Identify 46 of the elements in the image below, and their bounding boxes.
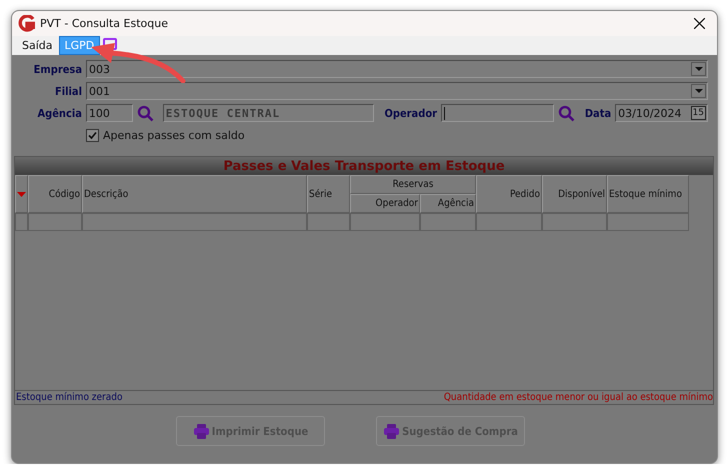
- table-cell: [350, 213, 420, 231]
- caret-icon: [694, 89, 702, 93]
- table-cell: [542, 213, 607, 231]
- field-label: Operador: [384, 106, 438, 120]
- close-icon: [694, 18, 705, 29]
- dropdown-button[interactable]: [691, 84, 706, 98]
- column-header[interactable]: Estoque mínimo: [607, 175, 689, 213]
- logo-icon: [18, 15, 35, 32]
- checkbox-label: Apenas passes com saldo: [103, 128, 245, 142]
- legend-text: Estoque mínimo zerado: [16, 392, 122, 403]
- date-field[interactable]: 03/10/2024 15: [615, 104, 708, 122]
- input-field[interactable]: 100: [86, 104, 133, 122]
- field-label: Filial: [54, 84, 82, 98]
- search-icon[interactable]: [558, 104, 575, 122]
- menu-item[interactable]: LGPD: [58, 36, 100, 55]
- caret-icon: [694, 67, 702, 71]
- filial-dropdown[interactable]: 001: [86, 82, 708, 100]
- legend-text: Quantidade em estoque menor ou igual ao estoque mínimo: [444, 392, 713, 403]
- search-icon[interactable]: [136, 104, 154, 122]
- column-header[interactable]: Pedido: [476, 175, 542, 213]
- menu-item[interactable]: Saída: [16, 36, 59, 55]
- agency-name-field: ESTOQUE CENTRAL: [162, 104, 374, 122]
- checkbox[interactable]: [86, 128, 99, 142]
- printer-icon: [383, 422, 400, 440]
- table-cell: [420, 213, 476, 231]
- column-header[interactable]: Descrição: [82, 175, 307, 213]
- column-header[interactable]: Agência: [420, 194, 476, 213]
- column-header[interactable]: Disponível: [542, 175, 607, 213]
- input-field[interactable]: [441, 104, 554, 122]
- grid-title: Passes e Vales Transporte em Estoque: [15, 157, 713, 175]
- table-cell: [307, 213, 350, 231]
- dropdown-button[interactable]: [691, 62, 706, 76]
- column-header[interactable]: Operador: [350, 194, 420, 213]
- field-label: Empresa: [32, 62, 82, 76]
- column-header[interactable]: Código: [28, 175, 82, 213]
- field-label: Data: [584, 106, 612, 120]
- column-header[interactable]: Série: [307, 175, 350, 213]
- window-title: PVT - Consulta Estoque: [40, 17, 169, 30]
- calendar-button[interactable]: 15: [690, 106, 706, 120]
- table-cell: [28, 213, 82, 231]
- sort-indicator-icon: [15, 175, 28, 213]
- table-cell: [476, 213, 542, 231]
- field-label: Agência: [36, 106, 82, 120]
- printer-icon: [192, 422, 210, 440]
- empresa-dropdown[interactable]: 003: [86, 60, 708, 78]
- column-group-header: Reservas: [350, 175, 476, 194]
